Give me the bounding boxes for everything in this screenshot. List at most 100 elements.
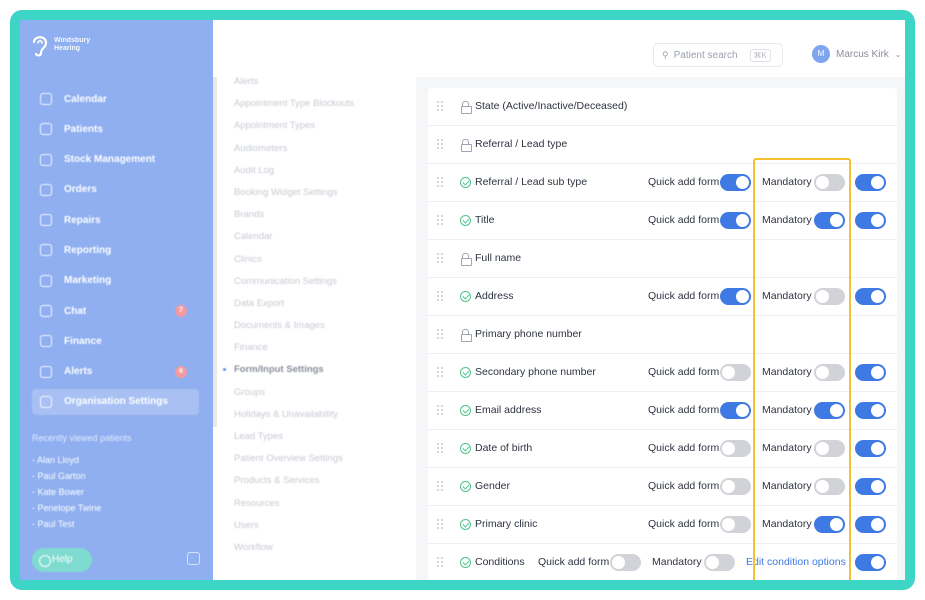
settings-menu-item-patient-overview-settings[interactable]: Patient Overview Settings (234, 448, 414, 470)
settings-menu-item-products-services[interactable]: Products & Services (234, 470, 414, 492)
quick-add-toggle[interactable] (720, 288, 751, 305)
recent-patient-link[interactable]: - Alan Lloyd (32, 452, 101, 468)
field-enabled-toggle[interactable] (855, 478, 886, 495)
lock-icon (460, 253, 472, 266)
patient-search-input[interactable]: ⚲ Patient search ⌘K (653, 43, 783, 67)
quick-add-toggle[interactable] (720, 174, 751, 191)
drag-handle-icon[interactable] (437, 519, 443, 530)
settings-menu-item-alerts[interactable]: Alerts (234, 71, 414, 93)
recent-patient-link[interactable]: - Kate Bower (32, 484, 101, 500)
field-enabled-toggle[interactable] (855, 516, 886, 533)
settings-menu-item-data-export[interactable]: Data Export (234, 293, 414, 315)
sidebar-item-repairs[interactable]: Repairs (32, 207, 199, 233)
settings-menu-item-audit-log[interactable]: Audit Log (234, 160, 414, 182)
recent-patients-list: - Alan Lloyd - Paul Garton - Kate Bower - P… (32, 452, 101, 532)
check-circle-icon (460, 443, 471, 454)
check-circle-icon (460, 519, 471, 530)
search-placeholder: Patient search (673, 49, 738, 61)
app-window: Windsbury Hearing Calendar Patients Stock … (20, 20, 905, 580)
settings-menu-item-booking-widget-settings[interactable]: Booking Widget Settings (234, 182, 414, 204)
sidebar-item-stock-management[interactable]: Stock Management (32, 147, 199, 173)
sidebar-item-label: Patients (64, 123, 103, 135)
sidebar-item-label: Orders (64, 184, 97, 196)
drag-handle-icon[interactable] (437, 443, 443, 454)
sidebar-item-marketing[interactable]: Marketing (32, 268, 199, 294)
settings-menu-item-appointment-types[interactable]: Appointment Types (234, 115, 414, 137)
sidebar-item-orders[interactable]: Orders (32, 177, 199, 203)
settings-menu-item-users[interactable]: Users (234, 515, 414, 537)
sidebar-item-finance[interactable]: Finance (32, 328, 199, 354)
quick-add-toggle[interactable] (720, 440, 751, 457)
settings-menu-item-audiometers[interactable]: Audiometers (234, 138, 414, 160)
drag-handle-icon[interactable] (437, 291, 443, 302)
quick-add-label: Quick add form (648, 404, 720, 416)
field-enabled-toggle[interactable] (855, 288, 886, 305)
drag-handle-icon[interactable] (437, 329, 443, 340)
sidebar-item-label: Reporting (64, 244, 112, 256)
field-enabled-toggle[interactable] (855, 212, 886, 229)
quick-add-toggle[interactable] (720, 212, 751, 229)
sidebar-item-alerts[interactable]: Alerts 6 (32, 359, 199, 385)
quick-add-toggle[interactable] (720, 478, 751, 495)
sidebar-scrollbar[interactable] (213, 77, 217, 427)
field-enabled-toggle[interactable] (855, 364, 886, 381)
sidebar-item-label: Marketing (64, 275, 112, 287)
drag-handle-icon[interactable] (437, 253, 443, 264)
field-enabled-toggle[interactable] (855, 174, 886, 191)
drag-handle-icon[interactable] (437, 177, 443, 188)
field-label: Title (475, 214, 495, 226)
drag-handle-icon[interactable] (437, 481, 443, 492)
settings-menu-item-workflow[interactable]: Workflow (234, 537, 414, 559)
quick-add-toggle[interactable] (720, 402, 751, 419)
user-menu[interactable]: M Marcus Kirk ⌄ (812, 45, 902, 63)
field-label: Email address (475, 404, 542, 416)
quick-add-toggle[interactable] (720, 364, 751, 381)
recent-patient-link[interactable]: - Paul Garton (32, 468, 101, 484)
settings-menu-item-communication-settings[interactable]: Communication Settings (234, 271, 414, 293)
field-enabled-toggle[interactable] (855, 402, 886, 419)
collapse-sidebar-icon[interactable] (187, 552, 200, 565)
settings-menu-item-resources[interactable]: Resources (234, 493, 414, 515)
recent-patient-link[interactable]: - Penelope Twine (32, 500, 101, 516)
mandatory-toggle[interactable] (704, 554, 735, 571)
sidebar-item-patients[interactable]: Patients (32, 116, 199, 142)
check-circle-icon (460, 557, 471, 568)
quick-add-label: Quick add form (648, 290, 720, 302)
settings-menu-item-holidays-unavailability[interactable]: Holidays & Unavailability (234, 404, 414, 426)
settings-menu-item-groups[interactable]: Groups (234, 382, 414, 404)
sidebar-item-calendar[interactable]: Calendar (32, 86, 199, 112)
check-circle-icon (460, 291, 471, 302)
brand-logo[interactable]: Windsbury Hearing (30, 32, 90, 58)
notification-badge: 6 (175, 365, 187, 378)
settings-menu-item-clinics[interactable]: Clinics (234, 249, 414, 271)
drag-handle-icon[interactable] (437, 557, 443, 568)
field-label: Gender (475, 480, 511, 492)
lock-icon (460, 329, 472, 342)
settings-menu-item-appointment-type-blockouts[interactable]: Appointment Type Blockouts (234, 93, 414, 115)
drag-handle-icon[interactable] (437, 139, 443, 150)
drag-handle-icon[interactable] (437, 405, 443, 416)
quick-add-toggle[interactable] (720, 516, 751, 533)
help-button[interactable]: Help (32, 548, 92, 572)
field-label: Referral / Lead type (475, 138, 568, 150)
field-label: Address (475, 290, 514, 302)
drag-handle-icon[interactable] (437, 215, 443, 226)
chat-icon (40, 305, 52, 318)
field-enabled-toggle[interactable] (855, 554, 886, 571)
settings-menu-item-documents-images[interactable]: Documents & Images (234, 315, 414, 337)
settings-menu-item-lead-types[interactable]: Lead Types (234, 426, 414, 448)
drag-handle-icon[interactable] (437, 367, 443, 378)
settings-menu-item-brands[interactable]: Brands (234, 204, 414, 226)
settings-menu-item-finance[interactable]: Finance (234, 337, 414, 359)
settings-menu-item-form-input-settings[interactable]: Form/Input Settings (223, 359, 414, 381)
sidebar-item-organisation-settings[interactable]: Organisation Settings (32, 388, 199, 415)
quick-add-toggle[interactable] (610, 554, 641, 571)
drag-handle-icon[interactable] (437, 101, 443, 112)
sidebar-item-reporting[interactable]: Reporting (32, 237, 199, 263)
wrench-icon (40, 214, 52, 227)
field-enabled-toggle[interactable] (855, 440, 886, 457)
recent-patient-link[interactable]: - Paul Test (32, 516, 101, 532)
sidebar-item-chat[interactable]: Chat 7 (32, 298, 199, 324)
settings-menu-item-calendar[interactable]: Calendar (234, 226, 414, 248)
sidebar-item-label: Finance (64, 335, 102, 347)
